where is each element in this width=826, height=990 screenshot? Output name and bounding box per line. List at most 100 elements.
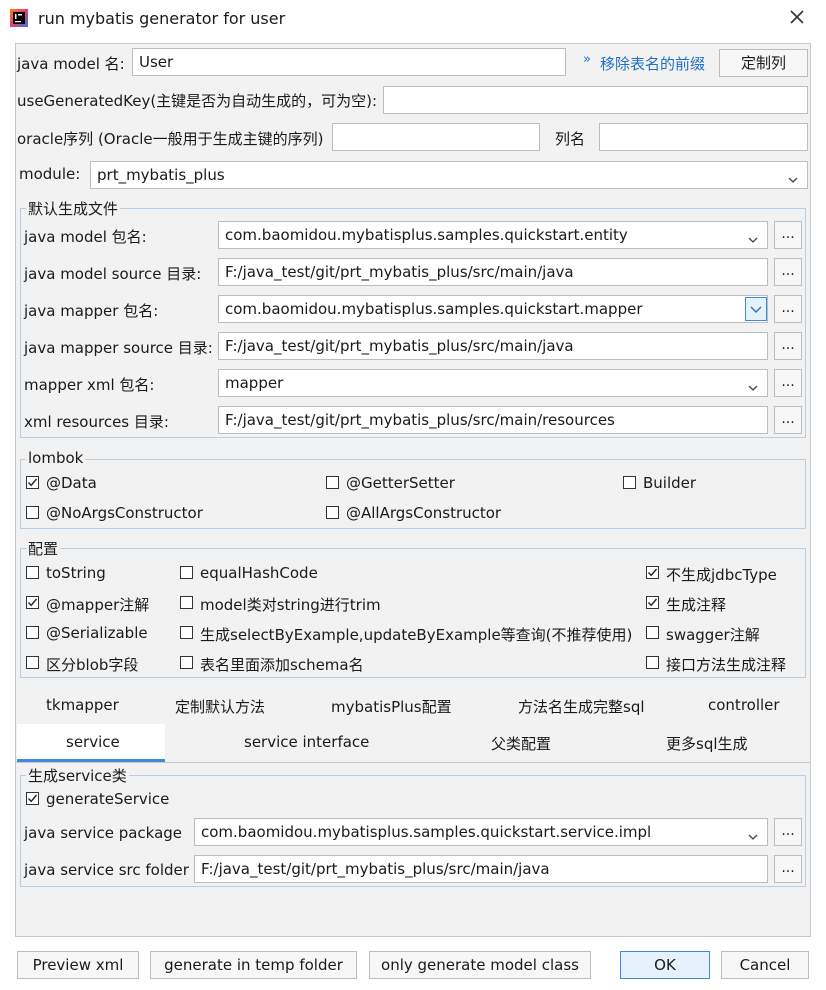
chevron-down-icon [747, 825, 759, 840]
mapper-annotation-label: @mapper注解 [46, 596, 150, 614]
tab-controller[interactable]: controller [708, 696, 780, 714]
mapper-annotation-checkbox[interactable] [26, 596, 39, 609]
browse-button[interactable]: ... [774, 332, 802, 360]
remove-prefix-link[interactable]: 移除表名的前缀 [600, 53, 705, 74]
service-title: 生成service类 [26, 765, 129, 786]
builder-checkbox[interactable] [623, 476, 636, 489]
xml-resources-label: xml resources 目录: [24, 413, 169, 431]
tab-full-sql[interactable]: 方法名生成完整sql [518, 696, 645, 717]
tab-custom-default[interactable]: 定制默认方法 [175, 696, 265, 717]
browse-button[interactable]: ... [774, 818, 802, 846]
browse-button[interactable]: ... [774, 295, 802, 323]
mapper-source-input[interactable]: F:/java_test/git/prt_mybatis_plus/src/ma… [218, 332, 768, 360]
model-package-label: java model 包名: [24, 228, 147, 246]
data-label: @Data [46, 474, 97, 492]
preview-xml-button[interactable]: Preview xml [17, 951, 139, 979]
window-title: run mybatis generator for user [38, 9, 286, 28]
java-model-input[interactable]: User [132, 48, 566, 76]
mapper-xml-package-label: mapper xml 包名: [24, 376, 155, 394]
getter-setter-label: @GetterSetter [346, 474, 455, 492]
all-args-checkbox[interactable] [326, 506, 339, 519]
tab-tkmapper[interactable]: tkmapper [46, 696, 119, 714]
service-package-select[interactable]: com.baomidou.mybatisplus.samples.quickst… [194, 818, 768, 846]
tab-more-sql[interactable]: 更多sql生成 [666, 733, 748, 754]
mapper-package-label: java mapper 包名: [24, 302, 159, 320]
model-package-select[interactable]: com.baomidou.mybatisplus.samples.quickst… [218, 221, 768, 249]
module-label: module: [19, 165, 81, 183]
gen-comments-checkbox[interactable] [646, 596, 659, 609]
serializable-checkbox[interactable] [26, 626, 39, 639]
browse-button[interactable]: ... [774, 221, 802, 249]
service-package-value: com.baomidou.mybatisplus.samples.quickst… [201, 823, 652, 841]
column-name-label: 列名 [555, 130, 586, 148]
config-title: 配置 [26, 538, 61, 559]
chevron-down-icon [747, 376, 759, 391]
schema-label: 表名里面添加schema名 [200, 656, 364, 674]
data-checkbox[interactable] [26, 476, 39, 489]
browse-button[interactable]: ... [774, 258, 802, 286]
generate-service-label: generateService [46, 790, 170, 808]
swagger-checkbox[interactable] [646, 626, 659, 639]
generate-model-only-button[interactable]: only generate model class [369, 951, 591, 979]
model-source-input[interactable]: F:/java_test/git/prt_mybatis_plus/src/ma… [218, 258, 768, 286]
equal-hash-code-label: equalHashCode [200, 564, 318, 582]
generate-service-checkbox[interactable] [26, 792, 39, 805]
getter-setter-checkbox[interactable] [326, 476, 339, 489]
equal-hash-code-checkbox[interactable] [180, 566, 193, 579]
interface-comments-label: 接口方法生成注释 [666, 656, 787, 674]
no-args-checkbox[interactable] [26, 506, 39, 519]
all-args-label: @AllArgsConstructor [346, 504, 502, 522]
tab-divider [16, 762, 810, 763]
schema-checkbox[interactable] [180, 656, 193, 669]
string-trim-checkbox[interactable] [180, 596, 193, 609]
xml-resources-input[interactable]: F:/java_test/git/prt_mybatis_plus/src/ma… [218, 406, 768, 434]
chevron-down-icon [787, 168, 799, 183]
tab-service[interactable]: service [66, 733, 120, 751]
gen-comments-label: 生成注释 [666, 596, 727, 614]
service-src-input[interactable]: F:/java_test/git/prt_mybatis_plus/src/ma… [194, 855, 768, 883]
no-jdbc-type-checkbox[interactable] [646, 566, 659, 579]
browse-button[interactable]: ... [774, 855, 802, 883]
intellij-logo-icon [10, 9, 28, 27]
module-value: prt_mybatis_plus [97, 166, 225, 184]
model-package-value: com.baomidou.mybatisplus.samples.quickst… [225, 226, 628, 244]
no-args-label: @NoArgsConstructor [46, 504, 203, 522]
mapper-package-value: com.baomidou.mybatisplus.samples.quickst… [225, 300, 643, 318]
oracle-sequence-label: oracle序列 (Oracle一般用于生成主键的序列) [17, 130, 324, 148]
generated-key-input[interactable] [383, 86, 808, 114]
mapper-package-select[interactable]: com.baomidou.mybatisplus.samples.quickst… [218, 295, 768, 323]
mapper-xml-package-select[interactable]: mapper [218, 369, 768, 397]
chevron-down-icon [747, 228, 759, 243]
select-by-example-label: 生成selectByExample,updateByExample等查询(不推荐… [200, 626, 633, 644]
tab-parent-class[interactable]: 父类配置 [491, 733, 551, 754]
chevron-right-icon: » [583, 52, 591, 67]
tab-mybatis-plus[interactable]: mybatisPlus配置 [331, 696, 452, 717]
select-by-example-checkbox[interactable] [180, 626, 193, 639]
generated-key-label: useGeneratedKey(主键是否为自动生成的，可为空): [17, 92, 378, 110]
tab-service-interface[interactable]: service interface [244, 733, 369, 751]
no-jdbc-type-label: 不生成jdbcType [666, 566, 777, 584]
column-name-input[interactable] [599, 123, 808, 151]
chevron-down-icon[interactable] [745, 297, 767, 321]
browse-button[interactable]: ... [774, 369, 802, 397]
java-model-label: java model 名: [17, 55, 125, 73]
custom-columns-button[interactable]: 定制列 [719, 49, 808, 77]
lombok-title: lombok [26, 449, 86, 467]
cancel-button[interactable]: Cancel [721, 951, 809, 979]
builder-label: Builder [643, 474, 697, 492]
swagger-label: swagger注解 [666, 626, 760, 644]
mapper-source-label: java mapper source 目录: [24, 339, 213, 357]
module-select[interactable]: prt_mybatis_plus [90, 161, 808, 189]
string-trim-label: model类对string进行trim [200, 596, 381, 614]
ok-button[interactable]: OK [620, 951, 710, 979]
browse-button[interactable]: ... [774, 406, 802, 434]
model-source-label: java model source 目录: [24, 265, 202, 283]
default-files-title: 默认生成文件 [26, 198, 121, 219]
interface-comments-checkbox[interactable] [646, 656, 659, 669]
oracle-sequence-input[interactable] [332, 123, 540, 151]
blob-checkbox[interactable] [26, 656, 39, 669]
generate-temp-folder-button[interactable]: generate in temp folder [150, 951, 357, 979]
serializable-label: @Serializable [46, 624, 148, 642]
close-icon[interactable] [786, 6, 808, 28]
to-string-checkbox[interactable] [26, 566, 39, 579]
